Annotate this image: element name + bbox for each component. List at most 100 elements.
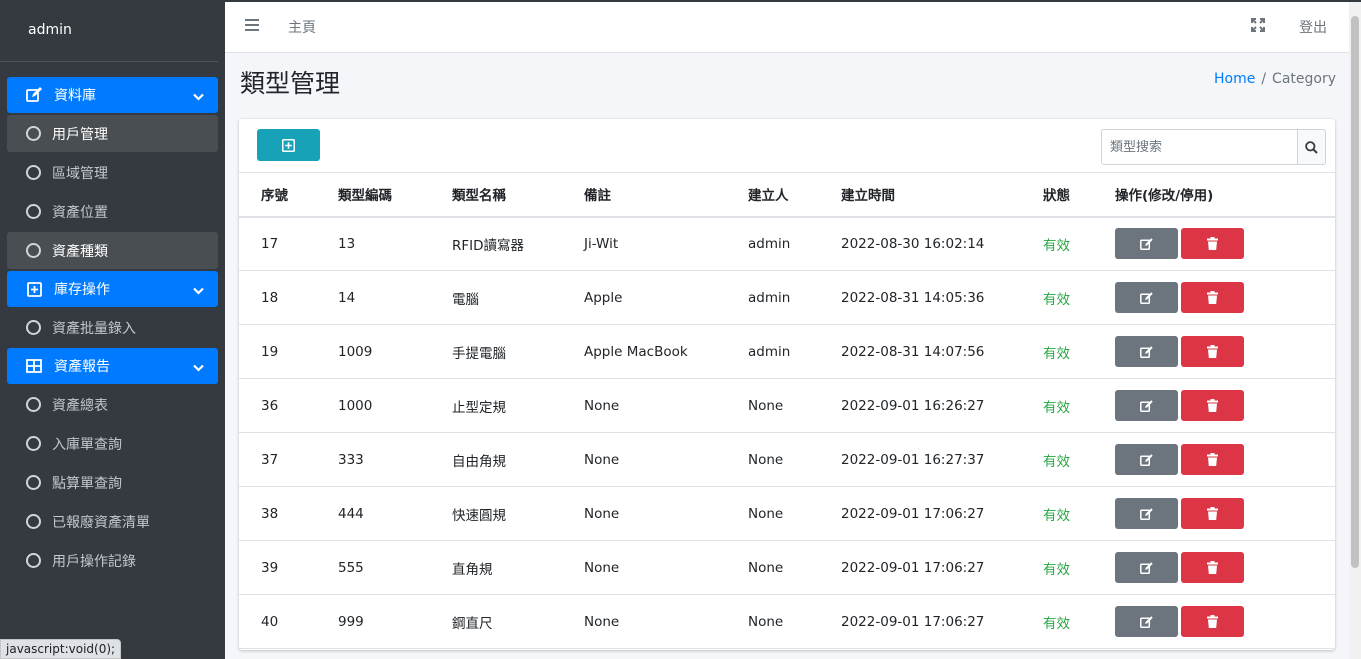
content-header: 類型管理 Home / Category	[240, 64, 1336, 104]
table-cell: 快速圓規	[452, 486, 584, 541]
table-cell: Apple MacBook	[584, 324, 748, 379]
sidebar-item-label: 資產種類	[52, 243, 108, 260]
sidebar-item-label: 資產報告	[54, 359, 110, 375]
sidebar-item-4[interactable]: 資產種類	[7, 232, 218, 269]
status-cell: 有效	[1043, 216, 1115, 271]
sidebar-item-3[interactable]: 資產位置	[7, 193, 218, 230]
nav-home-link[interactable]: 主頁	[288, 17, 316, 37]
table-cell: 36	[239, 378, 338, 433]
table-cell: None	[584, 540, 748, 595]
circle-icon	[26, 204, 41, 219]
edit-button[interactable]	[1115, 282, 1178, 313]
sidebar-item-label: 區域管理	[52, 165, 108, 182]
table-row: 19 1009 手提電腦 Apple MacBook admin 2022-08-31 1…	[239, 324, 1335, 379]
actions-cell	[1115, 324, 1335, 379]
logout-link[interactable]: 登出	[1299, 17, 1327, 37]
edit-icon	[1140, 291, 1153, 304]
page-scrollbar[interactable]	[1349, 2, 1361, 659]
sidebar-item-6[interactable]: 資產批量錄入	[7, 309, 218, 346]
edit-button[interactable]	[1115, 228, 1178, 260]
table-cell: 鋼直尺	[452, 594, 584, 649]
table-cell: 1009	[338, 324, 452, 379]
table-cell: 2022-09-01 17:06:27	[841, 594, 1043, 649]
sidebar-item-5[interactable]: 庫存操作	[7, 271, 218, 307]
table-cell: Apple	[584, 270, 748, 325]
table-cell: 555	[338, 540, 452, 595]
sidebar-item-0[interactable]: 資料庫	[7, 77, 218, 113]
table-cell: 17	[239, 216, 338, 271]
breadcrumb-home[interactable]: Home	[1214, 71, 1255, 87]
delete-button[interactable]	[1181, 390, 1244, 421]
fullscreen-icon[interactable]	[1251, 18, 1265, 36]
circle-icon	[26, 553, 41, 568]
delete-button[interactable]	[1181, 228, 1244, 260]
edit-icon	[1140, 345, 1153, 358]
trash-icon	[1207, 453, 1218, 466]
trash-icon	[1207, 615, 1218, 628]
trash-icon	[1207, 291, 1218, 304]
sidebar-nav: 資料庫用戶管理區域管理資產位置資產種類庫存操作資產批量錄入資產報告資產總表入庫單…	[0, 62, 225, 579]
edit-button[interactable]	[1115, 606, 1178, 637]
delete-button[interactable]	[1181, 336, 1244, 367]
sidebar-item-label: 資產總表	[52, 397, 108, 414]
sidebar-item-1[interactable]: 用戶管理	[7, 115, 218, 152]
delete-button[interactable]	[1181, 606, 1244, 637]
sidebar-item-label: 庫存操作	[54, 282, 110, 298]
add-category-button[interactable]	[257, 129, 320, 161]
edit-button[interactable]	[1115, 498, 1178, 529]
edit-button[interactable]	[1115, 390, 1178, 421]
edit-icon	[1140, 507, 1153, 520]
actions-cell	[1115, 486, 1335, 541]
table-cell: None	[748, 432, 841, 487]
edit-button[interactable]	[1115, 444, 1178, 475]
search-input[interactable]	[1101, 129, 1298, 165]
breadcrumb: Home / Category	[1214, 71, 1336, 87]
table-cell: 1000	[338, 378, 452, 433]
circle-icon	[26, 397, 41, 412]
edit-button[interactable]	[1115, 552, 1178, 583]
delete-button[interactable]	[1181, 552, 1244, 583]
top-navbar: 主頁 登出	[225, 2, 1349, 53]
table-cell: 14	[338, 270, 452, 325]
sidebar-item-9[interactable]: 入庫單查詢	[7, 425, 218, 462]
table-row: 40 999 鋼直尺 None None 2022-09-01 17:06:27 有效	[239, 594, 1335, 649]
trash-icon	[1207, 399, 1218, 412]
search-button[interactable]	[1297, 129, 1326, 165]
sidebar-item-label: 用戶管理	[52, 126, 108, 143]
breadcrumb-current: Category	[1272, 71, 1336, 87]
sidebar-item-7[interactable]: 資產報告	[7, 348, 218, 384]
column-header: 狀態	[1043, 172, 1115, 218]
scrollbar-thumb[interactable]	[1351, 16, 1359, 568]
delete-button[interactable]	[1181, 444, 1244, 475]
circle-icon	[26, 243, 41, 258]
table-cell: 39	[239, 540, 338, 595]
circle-icon	[26, 320, 41, 335]
delete-button[interactable]	[1181, 282, 1244, 313]
edit-icon	[1140, 615, 1153, 628]
edit-icon	[1140, 453, 1153, 466]
table-cell: None	[584, 486, 748, 541]
table-cell: Ji-Wit	[584, 216, 748, 271]
delete-button[interactable]	[1181, 498, 1244, 529]
table-cell: 38	[239, 486, 338, 541]
brand[interactable]: admin	[0, 0, 218, 62]
table-cell: 333	[338, 432, 452, 487]
menu-toggle-icon[interactable]	[245, 19, 259, 33]
sidebar-item-8[interactable]: 資產總表	[7, 386, 218, 423]
sidebar-item-label: 資產位置	[52, 204, 108, 221]
actions-cell	[1115, 216, 1335, 271]
table-cell: 19	[239, 324, 338, 379]
circle-icon	[26, 436, 41, 451]
table-header-row: 序號 類型編碼 類型名稱 備註 建立人 建立時間 狀態 操作(修改/停用)	[239, 172, 1335, 218]
table-cell: RFID讀寫器	[452, 216, 584, 271]
chevron-down-icon	[193, 283, 204, 299]
chevron-down-icon	[193, 360, 204, 376]
sidebar-item-10[interactable]: 點算單查詢	[7, 464, 218, 501]
sidebar-item-2[interactable]: 區域管理	[7, 154, 218, 191]
sidebar-item-label: 已報廢資產清單	[52, 514, 150, 531]
sidebar-item-12[interactable]: 用戶操作記錄	[7, 542, 218, 579]
edit-icon	[1140, 238, 1153, 250]
sidebar-item-11[interactable]: 已報廢資產清單	[7, 503, 218, 540]
table-cell: 999	[338, 594, 452, 649]
edit-button[interactable]	[1115, 336, 1178, 367]
